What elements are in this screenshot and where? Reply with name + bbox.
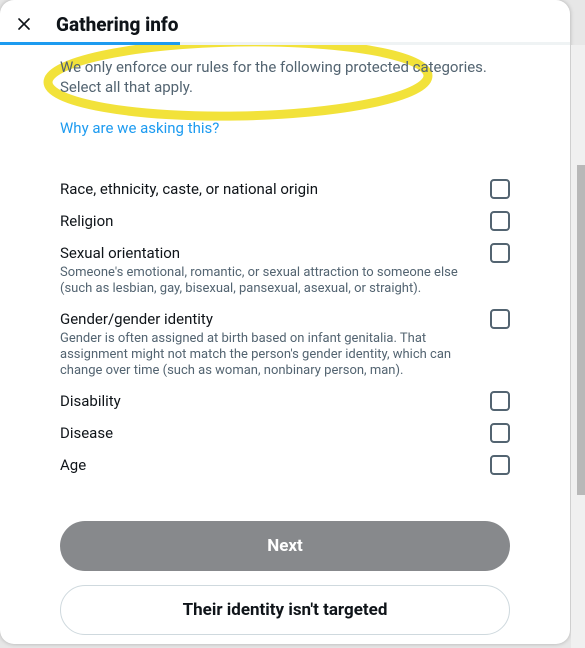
close-icon[interactable]	[14, 14, 34, 34]
category-label: Disability	[60, 391, 470, 411]
category-list: Race, ethnicity, caste, or national orig…	[60, 173, 510, 481]
category-checkbox[interactable]	[490, 455, 510, 475]
next-button[interactable]: Next	[60, 521, 510, 571]
next-button-label: Next	[267, 536, 303, 556]
category-checkbox[interactable]	[490, 309, 510, 329]
category-label: Religion	[60, 211, 470, 231]
category-item[interactable]: Disease	[60, 417, 510, 449]
category-checkbox[interactable]	[490, 211, 510, 231]
not-targeted-button[interactable]: Their identity isn't targeted	[60, 585, 510, 635]
intro-block: We only enforce our rules for the follow…	[60, 57, 510, 97]
category-item[interactable]: Age	[60, 449, 510, 481]
category-item[interactable]: Religion	[60, 205, 510, 237]
category-label: Gender/gender identity	[60, 309, 470, 329]
category-label: Disease	[60, 423, 470, 443]
category-item[interactable]: Gender/gender identity Gender is often a…	[60, 303, 510, 385]
category-checkbox[interactable]	[490, 391, 510, 411]
category-checkbox[interactable]	[490, 243, 510, 263]
scrollbar-thumb[interactable]	[577, 165, 585, 495]
category-desc: Gender is often assigned at birth based …	[60, 331, 470, 379]
button-row: Next Their identity isn't targeted	[60, 521, 510, 635]
why-asking-link[interactable]: Why are we asking this?	[60, 119, 219, 137]
category-checkbox[interactable]	[490, 179, 510, 199]
category-label: Race, ethnicity, caste, or national orig…	[60, 179, 470, 199]
report-modal: Gathering info We only enforce our rules…	[0, 0, 570, 644]
category-item[interactable]: Sexual orientation Someone's emotional, …	[60, 237, 510, 303]
category-item[interactable]: Race, ethnicity, caste, or national orig…	[60, 173, 510, 205]
category-checkbox[interactable]	[490, 423, 510, 443]
intro-text: We only enforce our rules for the follow…	[60, 57, 510, 97]
modal-content: We only enforce our rules for the follow…	[0, 45, 570, 644]
not-targeted-label: Their identity isn't targeted	[183, 600, 388, 620]
modal-header: Gathering info	[0, 0, 570, 36]
category-label: Age	[60, 455, 470, 475]
category-item[interactable]: Disability	[60, 385, 510, 417]
category-desc: Someone's emotional, romantic, or sexual…	[60, 265, 470, 297]
category-label: Sexual orientation	[60, 243, 470, 263]
page-title: Gathering info	[56, 13, 178, 36]
